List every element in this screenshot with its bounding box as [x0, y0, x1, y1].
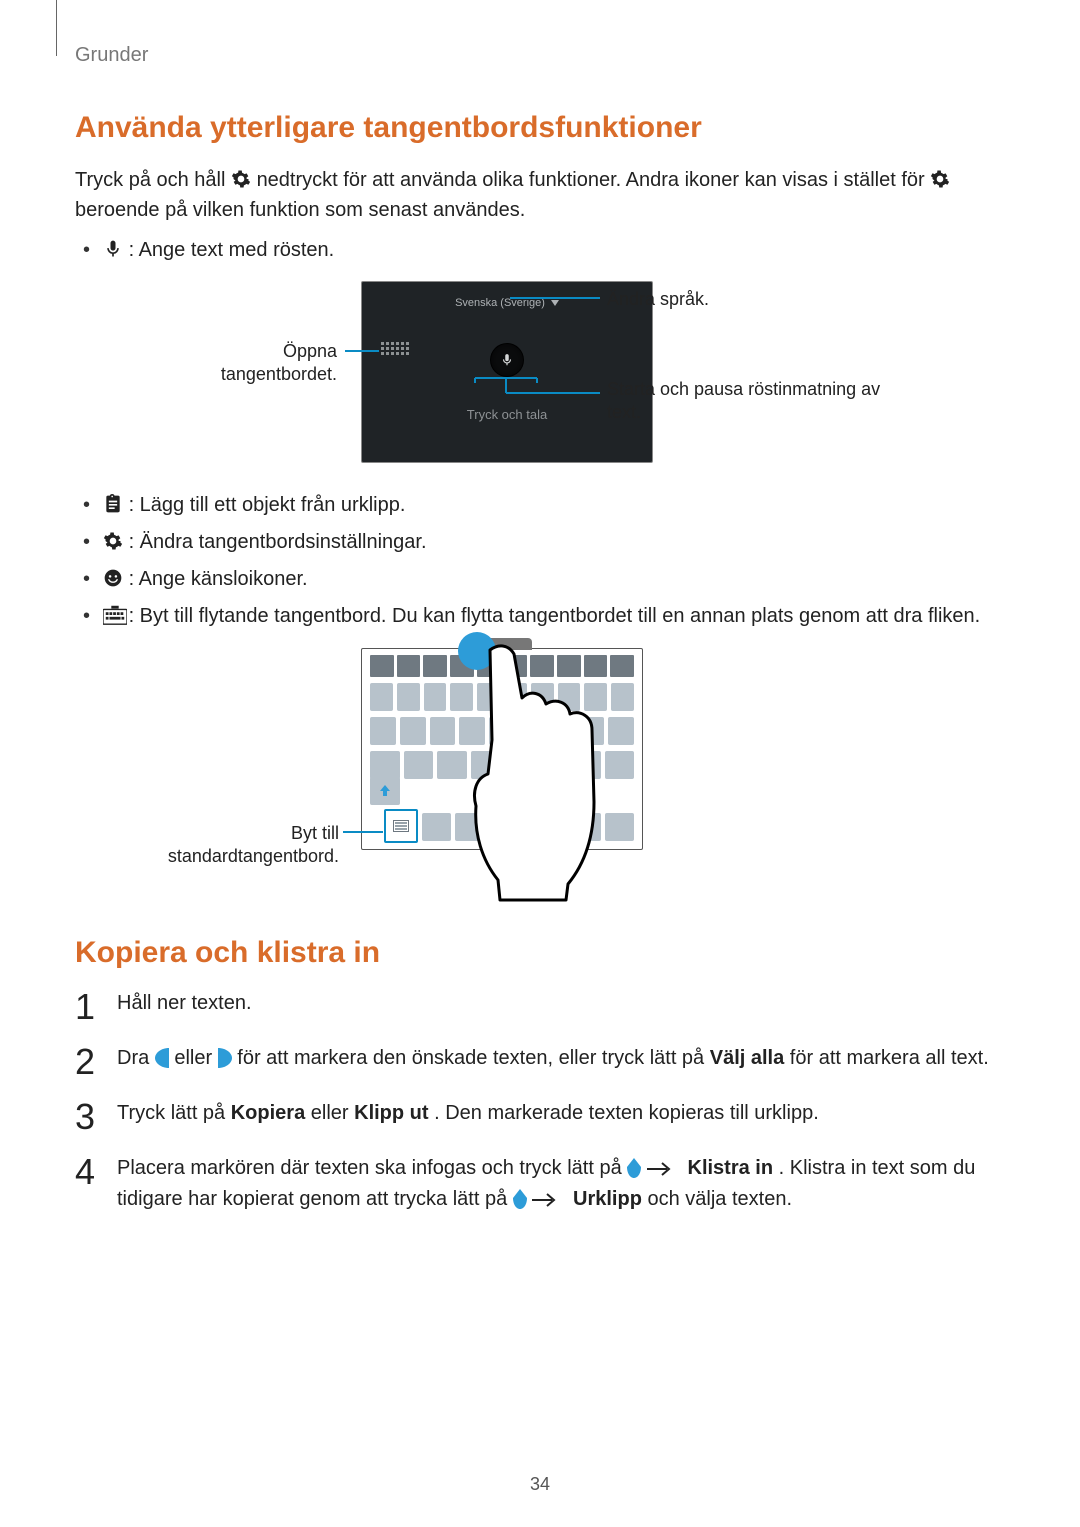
text-fragment: för att markera den önskade texten, elle…: [237, 1047, 709, 1069]
voice-mic-button: [491, 344, 523, 376]
bold-kopiera: Kopiera: [231, 1102, 305, 1124]
section-heading-keyboard-functions: Använda ytterligare tangentbordsfunktion…: [75, 109, 1005, 147]
bullet-text: : Ange känsloikoner.: [129, 568, 308, 590]
text-fragment: nedtryckt för att använda olika funktion…: [257, 169, 931, 191]
text-fragment: Dra: [117, 1047, 155, 1069]
callout-switch-keyboard: Byt till standardtangentbord.: [129, 822, 339, 869]
bullet-text: : Byt till flytande tangentbord. Du kan …: [129, 605, 981, 627]
figure-floating-keyboard: Byt till standardtangentbord.: [75, 644, 1005, 904]
cursor-handle-icon: [627, 1158, 641, 1178]
arrow-right-icon: [532, 1187, 556, 1216]
language-dropdown: Svenska (Sverige): [422, 292, 592, 314]
step-text: Håll ner texten.: [117, 992, 252, 1014]
text-fragment: Placera markören där texten ska infogas …: [117, 1157, 627, 1179]
shift-key: [370, 777, 400, 805]
bold-valj-alla: Välj alla: [710, 1047, 785, 1069]
text-fragment: för att markera all text.: [790, 1047, 989, 1069]
bold-klistra-in: Klistra in: [688, 1157, 774, 1179]
floating-keyboard-icon: [103, 604, 123, 624]
switch-keyboard-key-highlight: [384, 809, 418, 843]
bullet-text: : Lägg till ett objekt från urklipp.: [129, 494, 406, 516]
selection-handle-right-icon: [218, 1048, 232, 1068]
manual-page: Grunder Använda ytterligare tangentbords…: [0, 0, 1080, 1527]
bold-urklipp: Urklipp: [573, 1188, 642, 1210]
callout-voice-input: Starta och pausa röstinmatning av text.: [607, 378, 907, 425]
text-fragment: Tryck lätt på: [117, 1102, 231, 1124]
text-fragment: . Den markerade texten kopieras till urk…: [434, 1102, 819, 1124]
callout-open-keyboard: Öppna tangentbordet.: [165, 340, 337, 387]
step-3: Tryck lätt på Kopiera eller Klipp ut . D…: [75, 1099, 1005, 1128]
callout-change-language: Ändra språk.: [607, 288, 709, 311]
step-4: Placera markören där texten ska infogas …: [75, 1154, 1005, 1216]
chevron-down-icon: [551, 297, 559, 309]
text-fragment: beroende på vilken funktion som senast a…: [75, 199, 525, 221]
bullet-emoji: : Ange känsloikoner.: [75, 564, 1005, 595]
text-fragment: eller: [311, 1102, 354, 1124]
language-label: Svenska (Sverige): [455, 297, 545, 309]
breadcrumb: Grunder: [75, 44, 1005, 67]
intro-paragraph: Tryck på och håll nedtryckt för att anvä…: [75, 165, 1005, 225]
bullet-mic: : Ange text med rösten.: [75, 235, 1005, 266]
keyboard-icon: [380, 342, 410, 362]
text-fragment: eller: [174, 1047, 217, 1069]
bullet-clipboard: : Lägg till ett objekt från urklipp.: [75, 490, 1005, 521]
keyboard-icon: [393, 820, 409, 832]
step-2: Dra eller för att markera den önskade te…: [75, 1044, 1005, 1073]
gear-icon: [930, 168, 950, 188]
bullet-text: : Ändra tangentbordsinställningar.: [129, 531, 427, 553]
bullet-text: : Ange text med rösten.: [129, 239, 335, 261]
bullet-floating-keyboard: : Byt till flytande tangentbord. Du kan …: [75, 601, 1005, 632]
step-1: Håll ner texten.: [75, 989, 1005, 1018]
mic-icon: [103, 238, 123, 258]
gear-icon: [103, 530, 123, 550]
text-fragment: och välja texten.: [647, 1188, 792, 1210]
section-heading-copy-paste: Kopiera och klistra in: [75, 934, 1005, 972]
figure-voice-input: Svenska (Sverige) Tryck och tala: [75, 278, 1005, 468]
hand-pointer-icon: [470, 642, 670, 907]
smiley-icon: [103, 567, 123, 587]
cursor-handle-icon: [513, 1189, 527, 1209]
bullet-list-bottom: : Lägg till ett objekt från urklipp. : Ä…: [75, 490, 1005, 632]
page-number: 34: [0, 1474, 1080, 1495]
gear-icon: [231, 168, 251, 188]
text-fragment: Tryck på och håll: [75, 169, 231, 191]
arrow-right-icon: [647, 1156, 671, 1185]
steps-list: Håll ner texten. Dra eller för att marke…: [75, 989, 1005, 1216]
bullet-settings: : Ändra tangentbordsinställningar.: [75, 527, 1005, 558]
selection-handle-left-icon: [155, 1048, 169, 1068]
bold-klipp-ut: Klipp ut: [354, 1102, 428, 1124]
bullet-list-top: : Ange text med rösten.: [75, 235, 1005, 266]
clipboard-icon: [103, 493, 123, 513]
